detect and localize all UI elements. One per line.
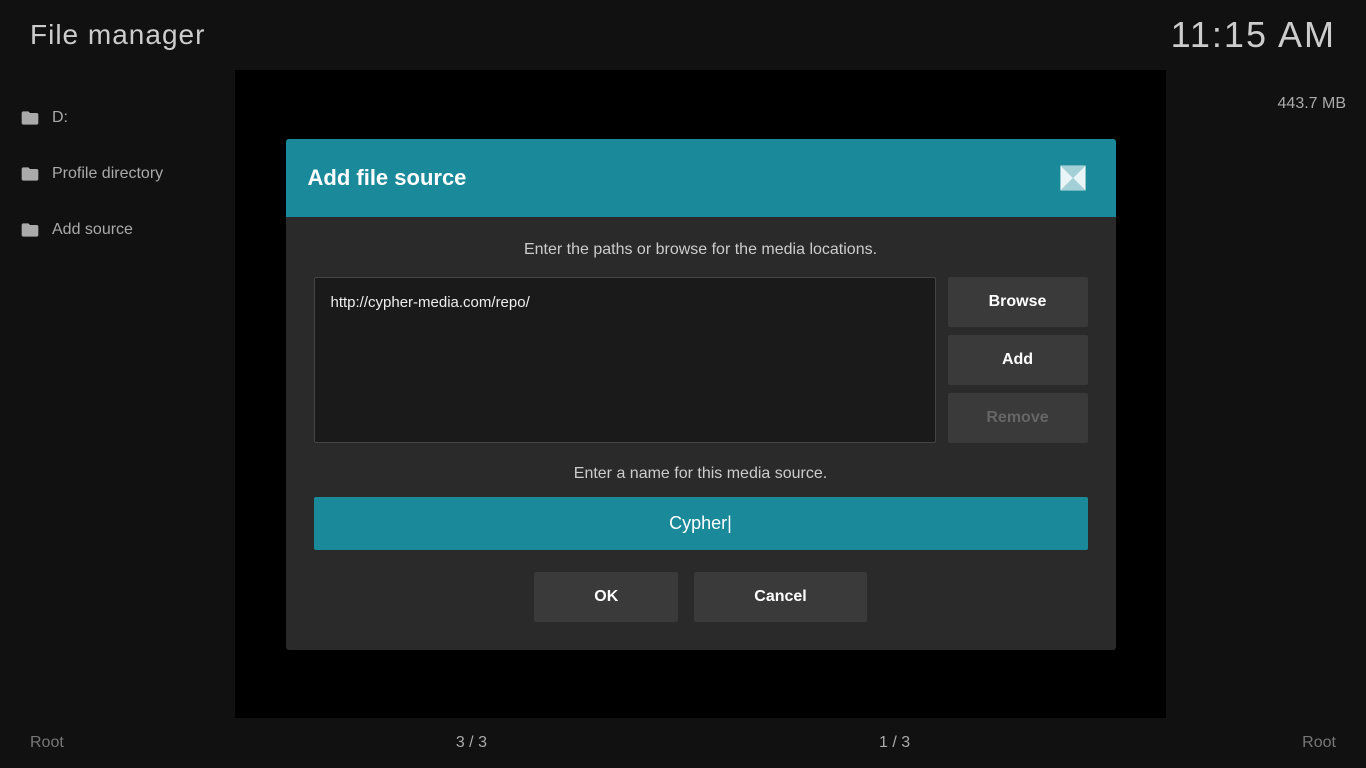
add-file-source-dialog: Add file source Enter the paths or brows… [286, 139, 1116, 650]
disk-size: 443.7 MB [1278, 95, 1346, 113]
url-section: http://cypher-media.com/repo/ Browse Add… [314, 277, 1088, 443]
kodi-logo-icon [1052, 157, 1094, 199]
sidebar: D: Profile directory Add source [0, 70, 235, 718]
name-instruction: Enter a name for this media source. [314, 465, 1088, 483]
url-value: http://cypher-media.com/repo/ [331, 294, 530, 311]
media-source-name-input[interactable] [314, 497, 1088, 550]
sidebar-item-add-source[interactable]: Add source [0, 202, 235, 258]
url-instruction: Enter the paths or browse for the media … [314, 241, 1088, 259]
sidebar-item-d-drive[interactable]: D: [0, 90, 235, 146]
sidebar-item-label: Add source [52, 221, 133, 239]
ok-button[interactable]: OK [534, 572, 678, 622]
right-panel: 443.7 MB [1166, 70, 1366, 718]
folder-icon [20, 108, 40, 128]
dialog-title: Add file source [308, 165, 467, 191]
dialog-actions: OK Cancel [314, 572, 1088, 622]
bottom-right-label: Root [1302, 734, 1336, 752]
remove-button[interactable]: Remove [948, 393, 1088, 443]
sidebar-item-label: Profile directory [52, 165, 163, 183]
clock: 11:15 AM [1171, 14, 1336, 56]
dialog-overlay: Add file source Enter the paths or brows… [235, 70, 1166, 718]
app-title: File manager [30, 19, 205, 51]
cancel-button[interactable]: Cancel [694, 572, 866, 622]
sidebar-item-profile-directory[interactable]: Profile directory [0, 146, 235, 202]
sidebar-item-label: D: [52, 109, 68, 127]
url-buttons: Browse Add Remove [948, 277, 1088, 443]
browse-button[interactable]: Browse [948, 277, 1088, 327]
dialog-body: Enter the paths or browse for the media … [286, 217, 1116, 650]
folder-icon [20, 164, 40, 184]
bottom-left-pages: 3 / 3 [456, 734, 487, 752]
dialog-header: Add file source [286, 139, 1116, 217]
folder-icon [20, 220, 40, 240]
top-bar: File manager 11:15 AM [0, 0, 1366, 70]
bottom-bar: Root 3 / 3 1 / 3 Root [0, 718, 1366, 768]
url-input-area[interactable]: http://cypher-media.com/repo/ [314, 277, 936, 443]
bottom-right-pages: 1 / 3 [879, 734, 910, 752]
bottom-left-label: Root [30, 734, 64, 752]
add-button[interactable]: Add [948, 335, 1088, 385]
